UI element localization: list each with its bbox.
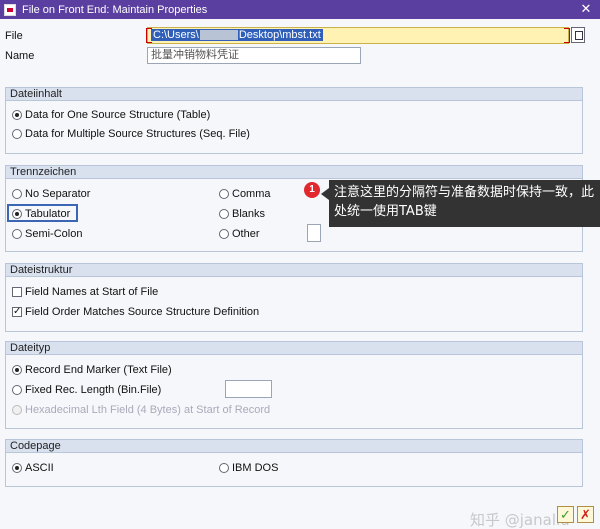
annotation-callout: 注意这里的分隔符与准备数据时保持一致，此处统一使用TAB键: [321, 180, 600, 227]
window-title: File on Front End: Maintain Properties: [22, 3, 208, 16]
close-icon[interactable]: ✕: [578, 1, 594, 17]
title-bar: File on Front End: Maintain Properties ✕: [0, 0, 600, 19]
file-input[interactable]: C:\Users\ Desktop\mbst.txt: [146, 27, 570, 44]
bracket-right-mark: [564, 28, 570, 43]
dialog-content: File C:\Users\ Desktop\mbst.txt Name 批量冲销…: [0, 19, 600, 529]
option-field-names-start[interactable]: Field Names at Start of File: [12, 286, 158, 298]
option-ascii[interactable]: ASCII: [12, 462, 54, 474]
group-codepage: Codepage ASCII IBM DOS: [5, 439, 583, 487]
radio-icon[interactable]: [12, 129, 22, 139]
option-record-end-marker[interactable]: Record End Marker (Text File): [12, 364, 172, 376]
option-label: Field Names at Start of File: [25, 286, 159, 298]
option-ibm-dos[interactable]: IBM DOS: [219, 462, 278, 474]
option-tabulator[interactable]: Tabulator: [12, 208, 70, 220]
option-semi-colon[interactable]: Semi-Colon: [12, 228, 82, 240]
option-fixed-rec-length[interactable]: Fixed Rec. Length (Bin.File): [12, 384, 161, 396]
group-title-dateiinhalt: Dateiinhalt: [6, 88, 582, 101]
redacted-block: [199, 30, 238, 41]
option-label: Fixed Rec. Length (Bin.File): [25, 384, 162, 396]
group-dateityp: Dateityp Record End Marker (Text File) F…: [5, 341, 583, 429]
group-dateiinhalt: Dateiinhalt Data for One Source Structur…: [5, 87, 583, 154]
option-no-separator[interactable]: No Separator: [12, 188, 90, 200]
bracket-left-mark: [146, 28, 152, 43]
file-value-suffix: Desktop\mbst.txt: [238, 29, 321, 41]
watermark: 知乎 @janaliu: [470, 511, 570, 529]
group-title-dateistruktur: Dateistruktur: [6, 264, 582, 277]
file-value: C:\Users\ Desktop\mbst.txt: [151, 29, 323, 41]
group-title-dateityp: Dateityp: [6, 342, 582, 355]
option-label: No Separator: [25, 188, 91, 200]
cancel-button[interactable]: ✗: [577, 506, 594, 523]
option-comma[interactable]: Comma: [219, 188, 271, 200]
option-label: Other: [232, 228, 260, 240]
option-label: Hexadecimal Lth Field (4 Bytes) at Start…: [25, 404, 271, 416]
checkbox-checked-icon[interactable]: ✓: [12, 307, 22, 317]
option-label: Tabulator: [25, 208, 71, 220]
radio-icon[interactable]: [219, 189, 229, 199]
group-dateistruktur: Dateistruktur Field Names at Start of Fi…: [5, 263, 583, 332]
option-label: Comma: [232, 188, 271, 200]
app-icon: [4, 3, 16, 16]
other-separator-input[interactable]: [307, 224, 321, 242]
name-label: Name: [5, 50, 35, 62]
radio-disabled-icon: [12, 405, 22, 415]
option-hexadecimal-lth-field: Hexadecimal Lth Field (4 Bytes) at Start…: [12, 404, 270, 416]
option-one-source-structure[interactable]: Data for One Source Structure (Table): [12, 109, 210, 121]
option-label: Record End Marker (Text File): [25, 364, 172, 376]
group-title-trennzeichen: Trennzeichen: [6, 166, 582, 179]
file-value-prefix: C:\Users\: [153, 29, 199, 41]
file-label: File: [5, 30, 23, 42]
option-label: Semi-Colon: [25, 228, 83, 240]
group-title-codepage: Codepage: [6, 440, 582, 453]
option-multiple-source-structures[interactable]: Data for Multiple Source Structures (Seq…: [12, 128, 250, 140]
checkbox-icon[interactable]: [12, 287, 22, 297]
name-input[interactable]: 批量冲销物料凭证: [147, 47, 361, 64]
radio-icon[interactable]: [12, 229, 22, 239]
option-label: ASCII: [25, 462, 54, 474]
radio-icon[interactable]: [219, 209, 229, 219]
radio-selected-icon[interactable]: [12, 463, 22, 473]
radio-icon[interactable]: [12, 189, 22, 199]
callout-badge: 1: [304, 182, 320, 198]
option-label: IBM DOS: [232, 462, 279, 474]
radio-icon[interactable]: [12, 385, 22, 395]
option-other[interactable]: Other: [219, 228, 260, 240]
rec-length-input[interactable]: [225, 380, 272, 398]
radio-selected-icon[interactable]: [12, 110, 22, 120]
radio-icon[interactable]: [219, 229, 229, 239]
option-label: Data for Multiple Source Structures (Seq…: [25, 128, 250, 140]
option-label: Field Order Matches Source Structure Def…: [25, 306, 260, 318]
option-label: Data for One Source Structure (Table): [25, 109, 211, 121]
file-browse-icon[interactable]: [571, 27, 585, 43]
option-field-order-matches[interactable]: ✓ Field Order Matches Source Structure D…: [12, 306, 259, 318]
radio-selected-icon[interactable]: [12, 209, 22, 219]
radio-icon[interactable]: [219, 463, 229, 473]
option-blanks[interactable]: Blanks: [219, 208, 265, 220]
option-label: Blanks: [232, 208, 266, 220]
radio-selected-icon[interactable]: [12, 365, 22, 375]
ok-button[interactable]: ✓: [557, 506, 574, 523]
